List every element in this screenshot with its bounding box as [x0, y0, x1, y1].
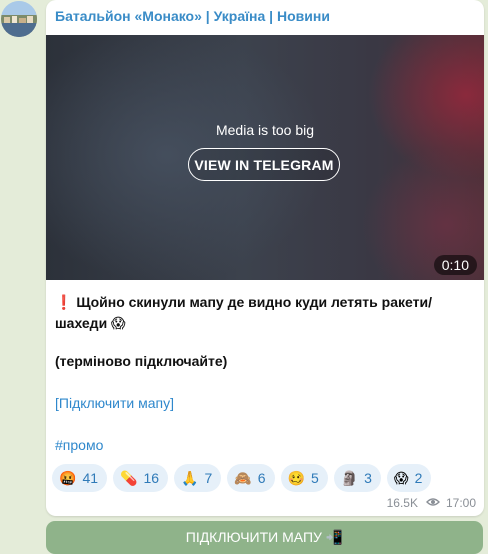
channel-name[interactable]: Батальйон «Монако» | Україна | Новини: [55, 8, 330, 24]
pill-emoji-icon: 💊: [120, 470, 138, 486]
media-too-big-note: Media is too big: [215, 122, 315, 138]
reaction-count: 3: [364, 470, 372, 486]
reaction-count: 16: [143, 470, 160, 486]
post-text-line2: (терміново підключайте): [55, 353, 228, 369]
reaction-scream[interactable]: 😱 2: [386, 464, 432, 492]
reactions-bar: 🤬 41 💊 16 🙏 7 🙈 6 🥴 5 🗿 3 😱 2: [52, 464, 437, 492]
connect-map-button[interactable]: ПІДКЛЮЧИТИ МАПУ 📲: [46, 521, 483, 554]
reaction-count: 5: [310, 470, 319, 486]
video-duration: 0:10: [433, 255, 477, 275]
reaction-woozy[interactable]: 🥴 5: [280, 464, 328, 492]
see-no-evil-emoji-icon: 🙈: [234, 470, 252, 486]
reaction-monkey[interactable]: 🙈 6: [227, 464, 275, 492]
eye-icon: [425, 496, 440, 510]
scream-emoji-icon: 😱: [393, 470, 409, 486]
moai-emoji-icon: 🗿: [340, 470, 359, 486]
promo-hashtag[interactable]: #промо: [55, 437, 103, 453]
reaction-count: 2: [414, 470, 423, 486]
connect-map-link[interactable]: [Підключити мапу]: [55, 395, 174, 411]
message-time: 17:00: [445, 496, 476, 510]
avatar-image: [1, 1, 37, 37]
view-count: 16.5K: [386, 496, 418, 510]
reaction-count: 41: [82, 470, 99, 486]
pray-emoji-icon: 🙏: [181, 470, 199, 486]
message-meta: 16.5K 17:00: [387, 496, 476, 510]
video-preview[interactable]: Media is too big VIEW IN TELEGRAM 0:10: [46, 35, 484, 280]
woozy-emoji-icon: 🥴: [287, 470, 305, 486]
reaction-moai[interactable]: 🗿 3: [333, 464, 381, 492]
angry-emoji-icon: 🤬: [59, 470, 77, 486]
view-in-telegram-button[interactable]: VIEW IN TELEGRAM: [188, 148, 340, 181]
reaction-count: 6: [257, 470, 266, 486]
reaction-count: 7: [204, 470, 213, 486]
reaction-pill[interactable]: 💊 16: [113, 464, 169, 492]
post-text-line1: ❗ Щойно скинули мапу де видно куди летят…: [55, 294, 432, 331]
channel-avatar[interactable]: [1, 1, 37, 37]
reaction-pray[interactable]: 🙏 7: [174, 464, 222, 492]
message-bubble: Батальйон «Монако» | Україна | Новини Me…: [46, 0, 484, 516]
reaction-angry[interactable]: 🤬 41: [52, 464, 108, 492]
